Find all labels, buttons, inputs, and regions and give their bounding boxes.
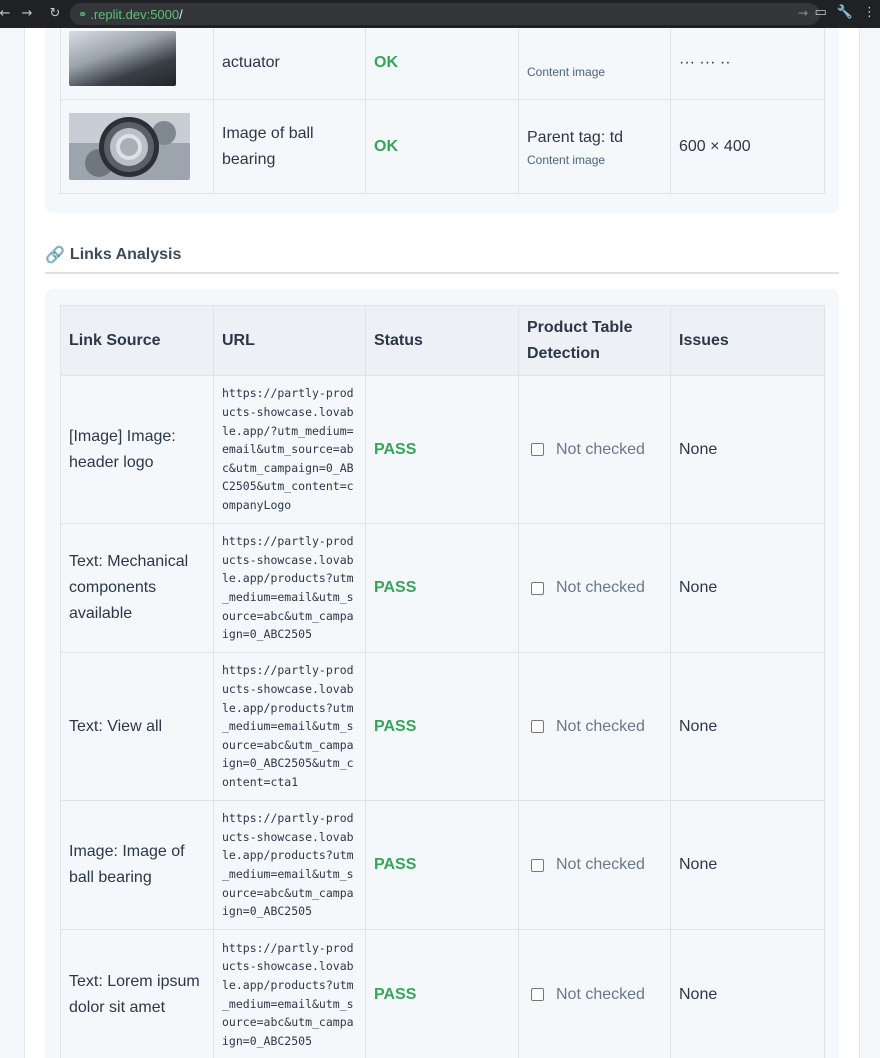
status-badge: PASS [374, 579, 417, 596]
detection-cell: Not checked [518, 929, 671, 1058]
back-arrow-icon[interactable]: ← [0, 6, 16, 21]
ball-bearing-thumbnail [69, 113, 190, 180]
link-status: PASS [365, 523, 519, 653]
link-url: https://partly-products-showcase.lovable… [213, 375, 366, 524]
detection-cell: Not checked [518, 652, 671, 801]
tag-note: Content image [527, 64, 606, 79]
link-status: PASS [365, 652, 519, 801]
detection-label: Not checked [556, 985, 645, 1003]
link-icon: 🔗 [45, 245, 65, 264]
table-row: Text: Lorem ipsum dolor sit amet https:/… [60, 929, 825, 1058]
table-row: Image of ball bearing OK Parent tag: td … [60, 99, 825, 194]
detection-label: Not checked [556, 856, 645, 873]
tag-note: Content image [527, 152, 606, 167]
link-url: https://partly-products-showcase.lovable… [213, 523, 366, 653]
status-badge: OK [374, 137, 398, 155]
link-url: https://partly-products-showcase.lovable… [213, 652, 366, 801]
status-badge: PASS [374, 440, 417, 458]
detection-label: Not checked [556, 579, 645, 596]
table-row: Text: View all https://partly-products-s… [60, 652, 825, 801]
header-issues: Issues [670, 305, 825, 376]
image-status: OK [365, 28, 519, 100]
wrench-icon[interactable]: 🔧 [837, 5, 853, 20]
link-source: Image: Image of ball bearing [60, 800, 214, 930]
table-row: actuator OK Content image ··· ··· ·· [60, 28, 825, 100]
detection-checkbox[interactable] [531, 858, 544, 872]
link-issues: None [670, 929, 825, 1058]
url-path: / [179, 6, 183, 22]
links-section-heading: 🔗 Links Analysis [45, 245, 181, 264]
link-status: PASS [365, 929, 519, 1058]
detection-checkbox[interactable] [531, 581, 544, 595]
link-issues: None [670, 523, 825, 653]
header-product-table-detection: Product Table Detection [518, 305, 671, 376]
status-badge: PASS [374, 985, 417, 1003]
actuator-thumbnail [69, 31, 176, 86]
header-link-source: Link Source [60, 305, 214, 376]
detection-checkbox[interactable] [531, 443, 544, 456]
detection-cell: Not checked [518, 375, 671, 524]
link-source: Text: Lorem ipsum dolor sit amet [60, 929, 214, 1058]
page-content: actuator OK Content image ··· ··· ·· Ima… [24, 28, 860, 1058]
detection-label: Not checked [556, 440, 645, 458]
link-issues: None [670, 800, 825, 930]
browser-toolbar: ← → ↻ ⚭ .replit.dev:5000/ → ▭ 🔧 ⋮ [0, 0, 880, 28]
links-table: Link Source URL Status Product Table Det… [60, 305, 825, 1058]
detection-checkbox[interactable] [531, 720, 544, 733]
link-source: Text: View all [60, 652, 214, 801]
address-bar[interactable]: ⚭ .replit.dev:5000/ → [70, 3, 820, 25]
images-panel: actuator OK Content image ··· ··· ·· Ima… [45, 28, 839, 213]
link-status: PASS [365, 375, 519, 524]
url-text: .replit.dev:5000/ [90, 7, 183, 22]
link-url: https://partly-products-showcase.lovable… [213, 929, 366, 1058]
image-status: OK [365, 99, 519, 194]
table-row: Text: Mechanical components available ht… [60, 523, 825, 653]
detection-label: Not checked [556, 717, 645, 735]
header-url: URL [213, 305, 366, 376]
section-title: Links Analysis [69, 245, 182, 263]
forward-arrow-icon[interactable]: → [16, 6, 38, 21]
table-row: Image: Image of ball bearing https://par… [60, 800, 825, 930]
link-url: https://partly-products-showcase.lovable… [213, 800, 366, 930]
image-alt: Image of ball bearing [213, 99, 366, 194]
url-host: .replit.dev:5000 [90, 6, 180, 22]
tag-cell: Content image [518, 28, 671, 100]
parent-tag-label: Parent tag: td [527, 128, 624, 146]
more-icon[interactable]: ⋮ [863, 5, 876, 20]
link-secure-icon: ⚭ [78, 7, 88, 21]
link-issues: None [670, 652, 825, 801]
thumbnail-cell [60, 28, 214, 100]
images-table: actuator OK Content image ··· ··· ·· Ima… [60, 28, 825, 194]
detection-checkbox[interactable] [531, 988, 544, 1001]
status-badge: PASS [374, 856, 417, 873]
screen-cast-icon[interactable]: ▭ [815, 5, 827, 20]
detection-cell: Not checked [518, 523, 671, 653]
thumbnail-cell [60, 99, 214, 194]
image-alt: actuator [213, 28, 366, 100]
image-dimensions: 600 × 400 [670, 99, 825, 194]
send-arrow-icon[interactable]: → [798, 6, 808, 20]
reload-icon[interactable]: ↻ [44, 6, 66, 21]
status-badge: OK [374, 53, 398, 71]
detection-cell: Not checked [518, 800, 671, 930]
link-issues: None [670, 375, 825, 524]
tag-cell: Parent tag: td Content image [518, 99, 671, 194]
table-header-row: Link Source URL Status Product Table Det… [60, 305, 825, 376]
header-status: Status [365, 305, 519, 376]
section-divider [45, 272, 839, 274]
link-source: [Image] Image: header logo [60, 375, 214, 524]
table-row: [Image] Image: header logo https://partl… [60, 375, 825, 524]
link-source: Text: Mechanical components available [60, 523, 214, 653]
links-panel: Link Source URL Status Product Table Det… [45, 289, 839, 1058]
image-dimensions: ··· ··· ·· [670, 28, 825, 100]
link-status: PASS [365, 800, 519, 930]
status-badge: PASS [374, 717, 417, 735]
